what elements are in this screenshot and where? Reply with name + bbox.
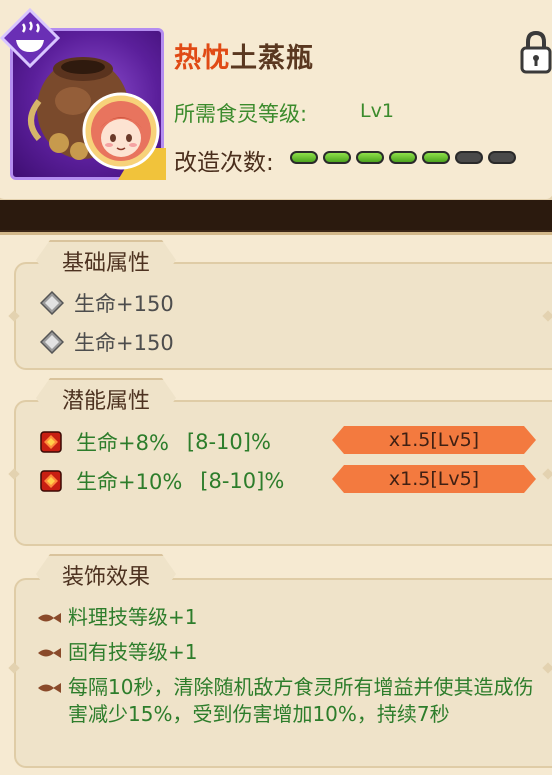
food-spirit-avatar[interactable] [82,92,160,170]
section-divider [0,200,552,230]
red-square-gem-icon [40,470,62,492]
decoration-effect-text: 料理技等级+1 [68,605,198,629]
steam-bowl-icon [0,8,60,68]
modify-count-label: 改造次数: [174,150,274,176]
diamond-gem-icon [40,330,64,354]
decoration-effect-title: 装饰效果 [62,565,151,590]
potential-attributes-title: 潜能属性 [62,389,151,414]
potential-stat-range: [8-10]% [200,469,285,493]
potential-stat-row: 生命+10% [8-10]% [40,466,284,496]
base-attributes-title: 基础属性 [62,251,151,276]
base-stat-text: 生命+150 [74,331,174,355]
modify-count-pips [290,151,516,164]
modify-pip [389,151,417,164]
potential-stat-range: [8-10]% [186,430,271,454]
required-level-label: 所需食灵等级: [174,102,308,126]
fish-bullet-icon [38,683,61,693]
base-stat-row: 生命+150 [40,327,174,357]
item-title-name: 土蒸瓶 [230,43,314,74]
modify-pip [488,151,516,164]
decoration-effect-item: 每隔10秒，清除随机敌方食灵所有增益并使其造成伤害减少15%，受到伤害增加10%… [36,674,548,728]
modify-pip [356,151,384,164]
potential-stat-text: 生命+8% [76,431,169,455]
fish-bullet-icon [38,613,61,623]
required-level-value: Lv1 [360,100,394,122]
potential-multiplier-badge: x1.5[Lv5] [332,426,536,454]
red-square-gem-icon [40,431,62,453]
fish-bullet-icon [38,648,61,658]
base-attributes-tab: 基础属性 [36,240,176,280]
diamond-gem-icon [40,291,64,315]
potential-stat-text: 生命+10% [76,470,183,494]
base-stat-row: 生命+150 [40,288,174,318]
decoration-effect-item: 料理技等级+1 [36,604,197,631]
potential-multiplier-badge: x1.5[Lv5] [332,465,536,493]
decoration-effect-tab: 装饰效果 [36,554,176,594]
decoration-effect-text: 固有技等级+1 [68,640,198,664]
modify-pip [290,151,318,164]
potential-stat-row: 生命+8% [8-10]% [40,427,271,457]
potential-attributes-tab: 潜能属性 [36,378,176,418]
item-title: 热忱土蒸瓶 [174,36,314,75]
decoration-effect-text: 每隔10秒，清除随机敌方食灵所有增益并使其造成伤害减少15%，受到伤害增加10%… [68,675,534,726]
modify-pip [455,151,483,164]
item-title-prefix: 热忱 [174,43,230,74]
decoration-effect-item: 固有技等级+1 [36,639,197,666]
modify-pip [323,151,351,164]
lock-icon[interactable] [520,30,552,76]
modify-pip [422,151,450,164]
base-stat-text: 生命+150 [74,292,174,316]
